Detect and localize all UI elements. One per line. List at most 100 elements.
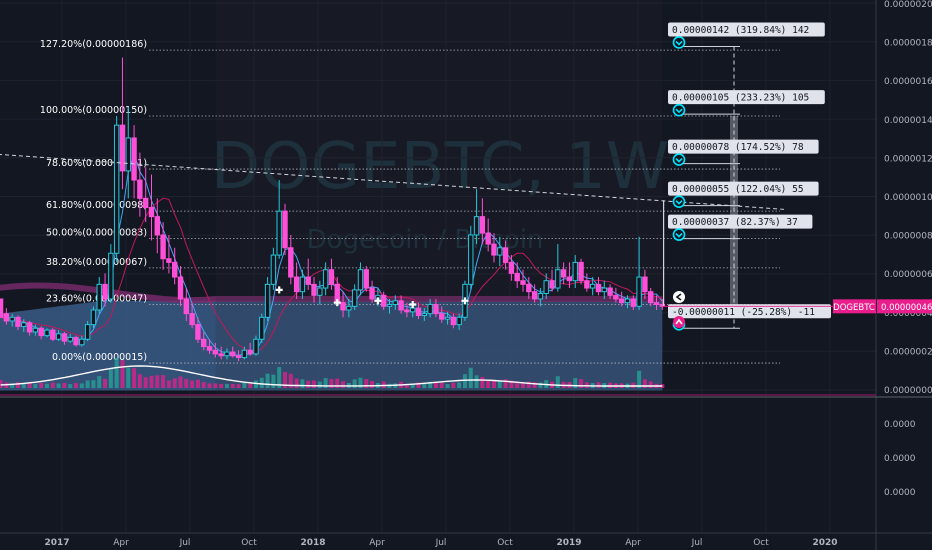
candle-body[interactable] [537, 293, 544, 300]
candle-body[interactable] [584, 280, 590, 289]
candle-body[interactable] [15, 316, 21, 327]
candle-body[interactable] [259, 316, 265, 340]
candle-body[interactable] [113, 124, 120, 254]
candle-body[interactable] [38, 327, 44, 337]
candle-body[interactable] [369, 287, 375, 300]
candle-body[interactable] [514, 272, 520, 282]
candle-body[interactable] [421, 313, 428, 316]
candle-body[interactable] [119, 124, 126, 172]
candle-body[interactable] [549, 280, 555, 289]
candle-body[interactable] [166, 258, 172, 263]
candle-body[interactable] [201, 338, 207, 348]
candle-body[interactable] [601, 287, 607, 293]
candle-body[interactable] [131, 137, 137, 181]
candle-body[interactable] [328, 269, 335, 285]
candle-body[interactable] [444, 316, 451, 320]
candle-body[interactable] [108, 252, 114, 300]
candle-body[interactable] [90, 309, 97, 326]
candle-body[interactable] [137, 179, 143, 199]
candle-body[interactable] [346, 305, 352, 311]
candle-body[interactable] [531, 291, 538, 300]
candle-body[interactable] [311, 283, 317, 296]
candle-body[interactable] [642, 276, 648, 293]
candle-body[interactable] [502, 247, 509, 263]
candle-body[interactable] [235, 355, 242, 359]
candle-body[interactable] [183, 298, 190, 315]
candle-body[interactable] [508, 261, 515, 274]
candle-body[interactable] [154, 216, 160, 236]
candle-body[interactable] [386, 303, 393, 307]
candle-body[interactable] [317, 287, 323, 296]
candle-body[interactable] [555, 269, 561, 289]
candle-body[interactable] [282, 210, 288, 249]
candle-body[interactable] [520, 280, 526, 285]
candle-body[interactable] [392, 300, 398, 305]
candle-body[interactable] [439, 313, 445, 320]
candle-body[interactable] [578, 261, 584, 282]
candle-body[interactable] [618, 298, 625, 304]
price-targets[interactable]: 0.00000142 (319.84%) 142 0.00000105 (233.… [668, 22, 831, 331]
chart[interactable]: DOGEBTC, 1W Dogecoin / Bitcoin 127.20%(0… [0, 0, 932, 550]
candle-body[interactable] [73, 336, 79, 346]
candle-body[interactable] [433, 303, 439, 315]
candle-body[interactable] [351, 289, 358, 307]
candle-body[interactable] [160, 234, 166, 260]
candle-body[interactable] [3, 313, 10, 322]
candle-body[interactable] [96, 283, 102, 311]
candle-body[interactable] [148, 207, 155, 218]
candle-body[interactable] [172, 261, 178, 278]
candle-body[interactable] [398, 300, 404, 311]
candle-body[interactable] [485, 232, 491, 245]
candle-body[interactable] [230, 351, 236, 357]
candle-body[interactable] [491, 243, 497, 256]
candle-body[interactable] [473, 216, 480, 236]
candle-body[interactable] [595, 283, 602, 293]
candle-body[interactable] [0, 298, 4, 318]
candle-body[interactable] [50, 329, 56, 340]
candle-body[interactable] [404, 309, 410, 313]
candle-body[interactable] [61, 333, 68, 342]
candle-body[interactable] [84, 324, 91, 340]
candle-body[interactable] [247, 349, 253, 355]
candle-body[interactable] [26, 322, 33, 333]
candle-body[interactable] [293, 276, 300, 293]
candle-body[interactable] [305, 276, 311, 285]
candle-body[interactable] [142, 197, 149, 209]
candle-body[interactable] [270, 254, 277, 285]
candle-body[interactable] [497, 247, 503, 256]
candle-body[interactable] [44, 329, 50, 337]
candle-body[interactable] [195, 324, 201, 340]
candle-body[interactable] [560, 269, 567, 278]
candle-body[interactable] [607, 287, 613, 296]
candle-body[interactable] [526, 283, 532, 293]
candle-body[interactable] [648, 291, 654, 304]
candle-body[interactable] [624, 298, 631, 304]
candle-body[interactable] [288, 247, 294, 278]
candle-body[interactable] [410, 307, 416, 313]
candle-body[interactable] [479, 216, 486, 234]
candle-body[interactable] [177, 276, 184, 300]
candle-body[interactable] [380, 294, 387, 307]
candle-body[interactable] [55, 333, 62, 340]
candle-body[interactable] [21, 322, 27, 327]
candle-body[interactable] [218, 353, 224, 357]
candle-body[interactable] [468, 234, 474, 285]
candle-body[interactable] [630, 298, 636, 307]
candle-body[interactable] [67, 336, 73, 342]
candle-body[interactable] [636, 276, 642, 307]
candle-body[interactable] [543, 280, 549, 295]
candle-body[interactable] [357, 269, 364, 291]
candle-body[interactable] [102, 283, 108, 300]
candle-body[interactable] [253, 338, 259, 355]
candle-body[interactable] [212, 349, 219, 355]
candle-body[interactable] [206, 346, 213, 351]
candle-body[interactable] [322, 269, 329, 289]
candle-body[interactable] [427, 303, 433, 315]
candle-body[interactable] [125, 137, 131, 172]
candle-body[interactable] [79, 338, 85, 346]
candle-body[interactable] [415, 307, 422, 316]
candle-body[interactable] [9, 316, 15, 322]
candle-body[interactable] [189, 313, 195, 326]
candle-body[interactable] [264, 283, 271, 318]
candle-body[interactable] [241, 349, 248, 359]
